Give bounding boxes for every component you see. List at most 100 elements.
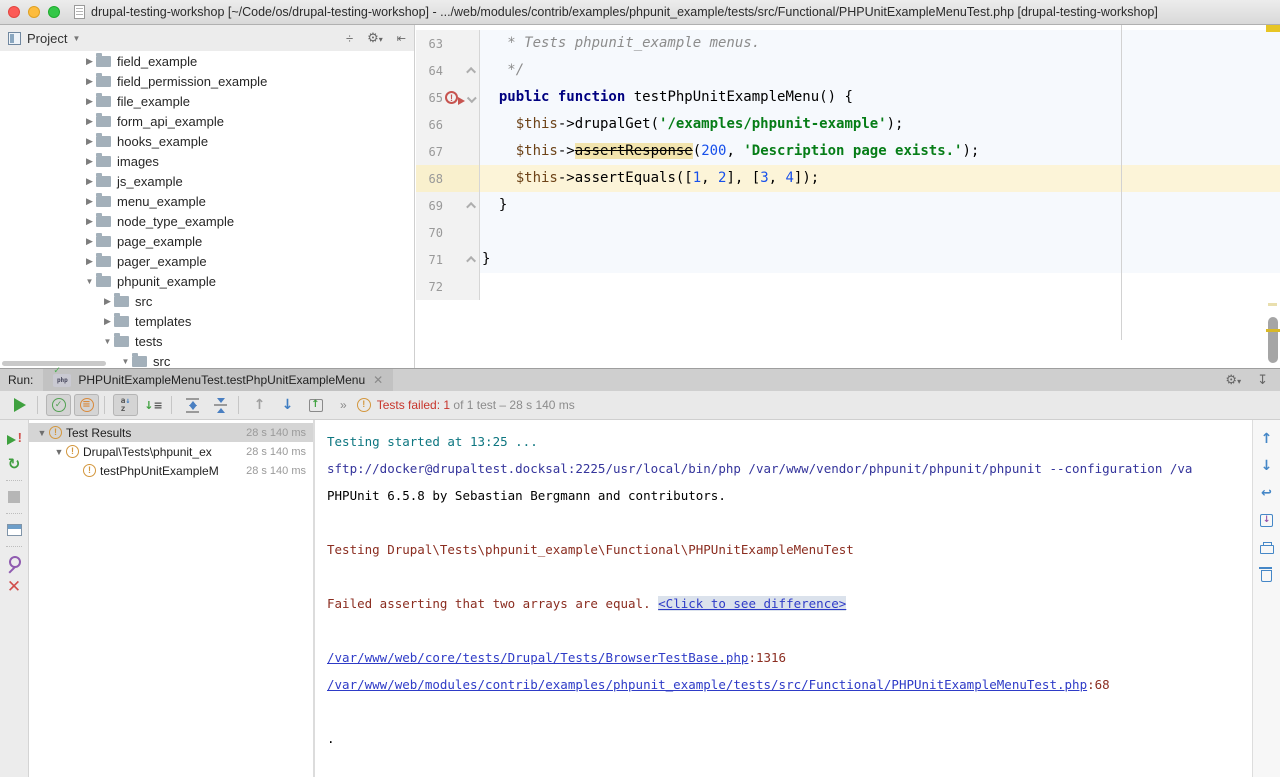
code-text[interactable]: }	[480, 192, 1280, 219]
code-text[interactable]: $this->assertEquals([1, 2], [3, 4]);	[480, 165, 1280, 192]
tree-toggle-icon[interactable]: ▼	[35, 428, 49, 438]
console-link[interactable]: /var/www/web/modules/contrib/examples/ph…	[327, 677, 1087, 692]
close-panel-button[interactable]: ✕	[2, 575, 26, 599]
soft-wrap-button[interactable]: ↩	[1257, 484, 1277, 502]
code-editor[interactable]: 63 * Tests phpunit_example menus.64 */65…	[416, 25, 1280, 368]
project-tree-item[interactable]: ▶node_type_example	[0, 211, 414, 231]
scroll-to-end-button[interactable]: ↓	[1257, 511, 1277, 529]
fold-marker-icon[interactable]	[465, 67, 479, 74]
editor-gutter[interactable]: 72	[416, 273, 480, 300]
tree-toggle-icon[interactable]: ▶	[83, 56, 96, 67]
expand-all-button[interactable]	[180, 394, 205, 416]
project-tree-item[interactable]: ▶templates	[0, 311, 414, 331]
console-link[interactable]: /var/www/web/core/tests/Drupal/Tests/Bro…	[327, 650, 748, 665]
editor-gutter[interactable]: 63	[416, 30, 480, 57]
hide-panel-icon[interactable]: ⇤	[397, 32, 406, 45]
code-text[interactable]: }	[480, 246, 1280, 273]
tree-toggle-icon[interactable]: ▶	[83, 196, 96, 207]
editor-scrollbar[interactable]	[1268, 317, 1278, 363]
tree-toggle-icon[interactable]: ▶	[83, 236, 96, 247]
code-text[interactable]: */	[480, 57, 1280, 84]
maximize-window-button[interactable]	[48, 6, 60, 18]
test-tree-item[interactable]: ▼!Drupal\Tests\phpunit_ex28 s 140 ms	[29, 442, 313, 461]
show-ignored-toggle[interactable]: ≡	[74, 394, 99, 416]
locate-file-icon[interactable]: ÷	[346, 31, 353, 46]
project-panel-title[interactable]: Project	[27, 31, 67, 46]
editor-gutter[interactable]: 65!	[416, 84, 480, 111]
editor-line[interactable]: 70	[416, 219, 1280, 246]
fold-marker-icon[interactable]	[465, 94, 479, 101]
editor-line[interactable]: 64 */	[416, 57, 1280, 84]
tree-toggle-icon[interactable]: ▶	[83, 256, 96, 267]
tree-toggle-icon[interactable]: ▶	[83, 156, 96, 167]
close-window-button[interactable]	[8, 6, 20, 18]
project-tree-item[interactable]: ▶form_api_example	[0, 111, 414, 131]
project-tree-item[interactable]: ▶field_permission_example	[0, 71, 414, 91]
editor-gutter[interactable]: 64	[416, 57, 480, 84]
console-link[interactable]: <Click to see difference>	[658, 596, 846, 611]
editor-gutter[interactable]: 70	[416, 219, 480, 246]
project-tree-item[interactable]: ▶js_example	[0, 171, 414, 191]
editor-line[interactable]: 71}	[416, 246, 1280, 273]
close-tab-icon[interactable]: ✕	[373, 373, 383, 387]
error-stripe-status[interactable]	[1266, 25, 1280, 32]
error-stripe-mark[interactable]	[1268, 303, 1277, 306]
code-text[interactable]: $this->drupalGet('/examples/phpunit-exam…	[480, 111, 1280, 138]
import-test-results-button[interactable]: ↑	[303, 394, 328, 416]
tree-toggle-icon[interactable]: ▶	[101, 296, 114, 307]
fold-marker-icon[interactable]	[465, 256, 479, 263]
project-tree-item[interactable]: ▶pager_example	[0, 251, 414, 271]
sort-by-duration-toggle[interactable]: ↓≡	[141, 394, 166, 416]
project-tree-item[interactable]: ▶hooks_example	[0, 131, 414, 151]
editor-line[interactable]: 66 $this->drupalGet('/examples/phpunit-e…	[416, 111, 1280, 138]
project-tree-item[interactable]: ▼phpunit_example	[0, 271, 414, 291]
code-text[interactable]	[480, 273, 1280, 300]
chevron-more-icon[interactable]: »	[340, 398, 347, 412]
editor-line[interactable]: 65! public function testPhpUnitExampleMe…	[416, 84, 1280, 111]
pin-tab-button[interactable]	[2, 551, 26, 575]
print-button[interactable]	[1257, 538, 1277, 556]
tree-toggle-icon[interactable]: ▶	[101, 316, 114, 327]
editor-gutter[interactable]: 69	[416, 192, 480, 219]
editor-gutter[interactable]: 67	[416, 138, 480, 165]
tree-toggle-icon[interactable]: ▼	[119, 357, 132, 366]
code-text[interactable]: public function testPhpUnitExampleMenu()…	[480, 84, 1280, 111]
editor-line[interactable]: 63 * Tests phpunit_example menus.	[416, 30, 1280, 57]
down-stacktrace-button[interactable]: ↓	[1257, 457, 1277, 475]
project-tree-item[interactable]: ▶menu_example	[0, 191, 414, 211]
tree-toggle-icon[interactable]: ▶	[83, 136, 96, 147]
failed-test-gutter-icon[interactable]: !	[445, 90, 465, 106]
project-tree-item[interactable]: ▶page_example	[0, 231, 414, 251]
project-tree-item[interactable]: ▶file_example	[0, 91, 414, 111]
gear-icon[interactable]: ⚙▾	[367, 30, 383, 46]
up-stacktrace-button[interactable]: ↑	[1257, 430, 1277, 448]
collapse-all-button[interactable]	[208, 394, 233, 416]
restore-layout-button[interactable]	[2, 518, 26, 542]
sort-alphabetically-toggle[interactable]: a↓z	[113, 394, 138, 416]
fold-marker-icon[interactable]	[465, 202, 479, 209]
test-tree-item[interactable]: !testPhpUnitExampleM28 s 140 ms	[29, 461, 313, 480]
minimize-window-button[interactable]	[28, 6, 40, 18]
code-text[interactable]: * Tests phpunit_example menus.	[480, 30, 1280, 57]
show-passed-toggle[interactable]: ✓	[46, 394, 71, 416]
editor-gutter[interactable]: 71	[416, 246, 480, 273]
tree-toggle-icon[interactable]: ▶	[83, 216, 96, 227]
failed-test-icon[interactable]: !	[445, 91, 458, 104]
hide-tool-window-icon[interactable]: ↧	[1257, 372, 1268, 388]
previous-failed-test-button[interactable]: ↑	[247, 394, 272, 416]
project-tree-item[interactable]: ▼tests	[0, 331, 414, 351]
test-console-output[interactable]: Testing started at 13:25 ...sftp://docke…	[315, 420, 1252, 777]
editor-line[interactable]: 68 $this->assertEquals([1, 2], [3, 4]);	[416, 165, 1280, 192]
tree-toggle-icon[interactable]: ▶	[83, 116, 96, 127]
gear-icon[interactable]: ⚙▾	[1225, 372, 1241, 388]
project-tree-item[interactable]: ▶src	[0, 291, 414, 311]
editor-gutter[interactable]: 66	[416, 111, 480, 138]
editor-line[interactable]: 67 $this->assertResponse(200, 'Descripti…	[416, 138, 1280, 165]
tree-toggle-icon[interactable]: ▼	[83, 277, 96, 286]
rerun-button[interactable]	[7, 394, 32, 416]
code-text[interactable]	[480, 219, 1280, 246]
editor-line[interactable]: 72	[416, 273, 1280, 300]
tree-toggle-icon[interactable]: ▶	[83, 176, 96, 187]
chevron-down-icon[interactable]: ▼	[72, 34, 80, 43]
tree-toggle-icon[interactable]: ▶	[83, 96, 96, 107]
